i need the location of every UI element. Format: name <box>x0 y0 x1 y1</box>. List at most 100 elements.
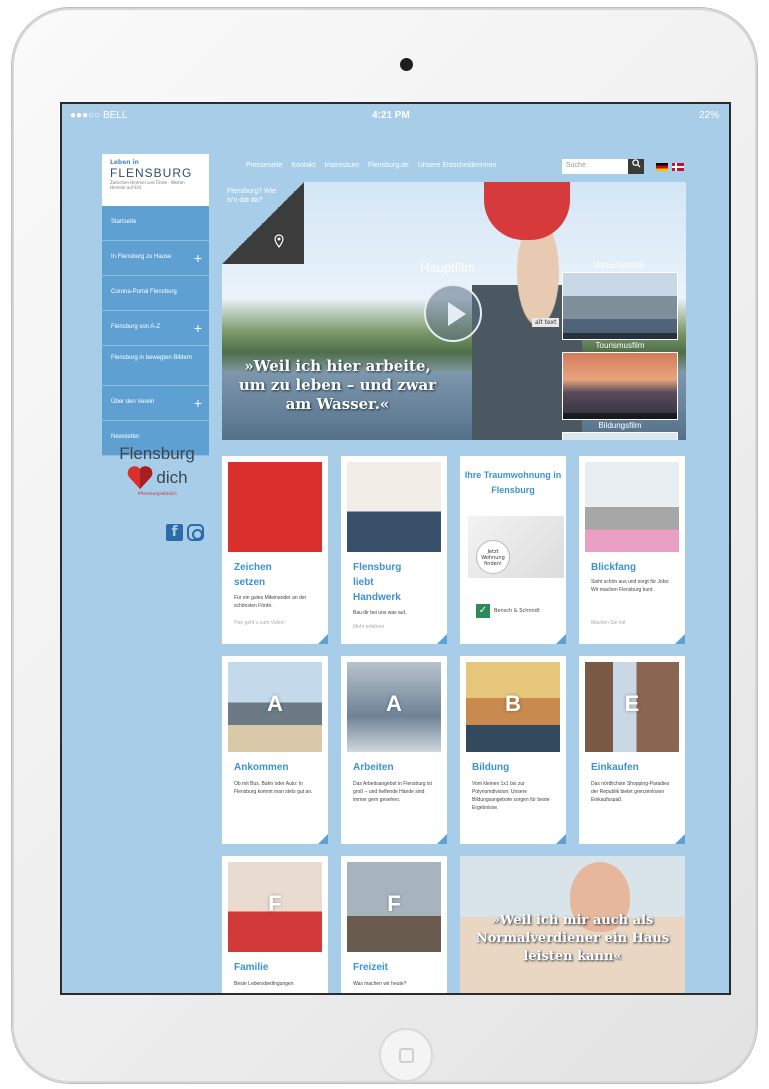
facebook-icon[interactable]: f <box>166 524 183 541</box>
card-corner <box>437 834 447 844</box>
card-corner <box>675 634 685 644</box>
thumb-bildungsfilm[interactable] <box>562 432 678 440</box>
card-corner <box>437 634 447 644</box>
card-title: Zeichen setzen <box>234 562 272 588</box>
card-handwerk[interactable]: Flensburg liebt Handwerk Bau dir bei uns… <box>341 456 447 644</box>
card-corner <box>675 834 685 844</box>
thumb-label: Wirtschaftsfilm <box>594 261 646 270</box>
card-traumwohnung[interactable]: Ihre Traumwohnung in Flensburg Jetzt Woh… <box>460 456 566 644</box>
hero-corner-text: Flensburg? Wie is'n dat da? <box>227 188 277 204</box>
card-letter: F <box>387 891 401 916</box>
location-pin-icon <box>274 234 284 248</box>
instagram-icon[interactable] <box>187 524 204 541</box>
logo-tagline: Zwischen Himmel und Förde · Weiten Himme… <box>110 180 185 190</box>
card-text: Das Arbeitsangebot in Flensburg ist groß… <box>353 781 432 803</box>
card-image <box>585 462 679 552</box>
sidebar-nav: Startseite In Flensburg zu Hause + Coron… <box>102 206 209 456</box>
topnav-impressum[interactable]: Impressum <box>324 162 359 169</box>
card-ankommen[interactable]: A Ankommen Ob mit Bus, Bahn oder Auto: I… <box>222 656 328 844</box>
card-title: Einkaufen <box>591 762 639 773</box>
card-link[interactable]: Hier geht´s zum Video! <box>234 620 285 626</box>
card-letter: B <box>505 691 521 716</box>
sidebar-item-label: Flensburg von A-Z <box>111 324 161 330</box>
card-text: Das nördlichste Shopping-Paradies der Re… <box>591 781 670 803</box>
sidebar-item-corona[interactable]: Corona-Portal Flensburg <box>102 276 209 311</box>
expand-plus-icon[interactable]: + <box>194 250 202 266</box>
card-title: Familie <box>234 962 269 973</box>
company-name: Bensch & Schmidt <box>494 608 540 614</box>
play-icon[interactable] <box>424 284 482 342</box>
check-icon: ✓ <box>476 604 490 618</box>
search-icon <box>631 159 641 168</box>
card-quote: »Weil ich mir auch als Normalverdiener e… <box>475 913 670 964</box>
topnav-entscheider[interactable]: Unsere Entscheiderinnen <box>418 162 497 169</box>
card-image <box>347 462 441 552</box>
thumb-label: Bildungsfilm <box>598 421 642 430</box>
hero-corner-flap[interactable]: Flensburg? Wie is'n dat da? <box>222 182 304 264</box>
home-button[interactable] <box>379 1028 433 1082</box>
flensburg-dich-logo[interactable]: Flensburg dich #flensburgliebtdich <box>112 444 202 496</box>
sidebar-item-label: Newsletter <box>111 434 140 440</box>
sidebar-item-label: Über den Verein <box>111 399 155 405</box>
topnav-flensburg-de[interactable]: Flensburg.de <box>368 162 409 169</box>
card-freizeit[interactable]: F Freizeit Was machen wir heute? <box>341 856 447 993</box>
card-zeichen-setzen[interactable]: Zeichen setzen Für ein gutes Miteinander… <box>222 456 328 644</box>
card-title: Arbeiten <box>353 762 394 773</box>
card-blickfang[interactable]: Blickfang Sieht schön aus und sorgt für … <box>579 456 685 644</box>
logo-main-text: FLENSBURG <box>110 166 193 180</box>
sign-text: Jetzt Wohnung finden! <box>476 540 510 574</box>
card-letter: A <box>386 691 402 716</box>
site-logo[interactable]: Leben in FLENSBURG Zwischen Himmel und F… <box>102 154 209 206</box>
card-link[interactable]: Machen Sie mit <box>591 620 625 626</box>
card-title: Freizeit <box>353 962 389 973</box>
card-bildung[interactable]: B Bildung Vom kleinen 1x1 bis zur Polyno… <box>460 656 566 844</box>
brand-word-flensburg: Flensburg <box>119 444 195 463</box>
social-links: f <box>166 524 204 541</box>
card-arbeiten[interactable]: A Arbeiten Das Arbeitsangebot in Flensbu… <box>341 656 447 844</box>
card-link[interactable]: Mehr erfahren <box>353 624 384 630</box>
card-einkaufen[interactable]: E Einkaufen Das nördlichste Shopping-Par… <box>579 656 685 844</box>
top-nav: Presseseite Kontakt Impressum Flensburg.… <box>246 162 496 169</box>
card-normalverdiener[interactable]: »Weil ich mir auch als Normalverdiener e… <box>460 856 685 993</box>
german-flag-icon[interactable] <box>656 163 668 171</box>
brand-hashtag: #flensburgliebtdich <box>137 491 177 496</box>
card-title: Bildung <box>472 762 510 773</box>
expand-plus-icon[interactable]: + <box>194 320 202 336</box>
battery-label: 22% <box>698 110 719 121</box>
carrier-label: ●●●○○ BELL <box>70 110 128 121</box>
card-familie[interactable]: F Familie Beste Lebensbedingungen <box>222 856 328 993</box>
hero-film-label: Hauptfilm <box>420 260 475 275</box>
card-text: Für ein gutes Miteinander an der schönst… <box>234 595 307 609</box>
logo-small-text: Leben in <box>110 159 139 166</box>
expand-plus-icon[interactable]: + <box>194 395 202 411</box>
alt-text-tag: alt text <box>532 318 560 327</box>
topnav-kontakt[interactable]: Kontakt <box>292 162 316 169</box>
card-title: Ihre Traumwohnung in Flensburg <box>464 470 562 495</box>
sidebar-item-bewegte-bilder[interactable]: Flensburg in bewegten Bildern <box>102 346 209 386</box>
sidebar-item-startseite[interactable]: Startseite <box>102 206 209 241</box>
card-corner <box>556 634 566 644</box>
hero-video[interactable]: Flensburg? Wie is'n dat da? Hauptfilm al… <box>222 182 686 440</box>
sidebar-item-a-z[interactable]: Flensburg von A-Z + <box>102 311 209 346</box>
sidebar-item-zu-hause[interactable]: In Flensburg zu Hause + <box>102 241 209 276</box>
card-image <box>228 462 322 552</box>
thumb-tourismusfilm[interactable] <box>562 352 678 420</box>
heart-icon <box>128 466 153 489</box>
topnav-presseseite[interactable]: Presseseite <box>246 162 283 169</box>
thumb-wirtschaftsfilm[interactable] <box>562 272 678 340</box>
card-letter: A <box>267 691 283 716</box>
card-text: Vom kleinen 1x1 bis zur Polynomdivision:… <box>472 781 550 811</box>
search-button[interactable] <box>628 159 644 174</box>
card-corner <box>318 834 328 844</box>
card-text: Beste Lebensbedingungen <box>234 981 294 987</box>
card-title: Ankommen <box>234 762 289 773</box>
film-thumbnails: Wirtschaftsfilm Tourismusfilm Bildungsfi… <box>558 260 682 440</box>
sidebar-item-verein[interactable]: Über den Verein + <box>102 386 209 421</box>
card-corner <box>556 834 566 844</box>
search-input[interactable]: Suche <box>562 159 628 174</box>
sidebar-item-label: Startseite <box>111 219 137 225</box>
sidebar-item-label: Corona-Portal Flensburg <box>111 289 177 295</box>
card-text: Was machen wir heute? <box>353 981 407 987</box>
card-title: Blickfang <box>591 562 637 573</box>
danish-flag-icon[interactable] <box>672 163 684 171</box>
